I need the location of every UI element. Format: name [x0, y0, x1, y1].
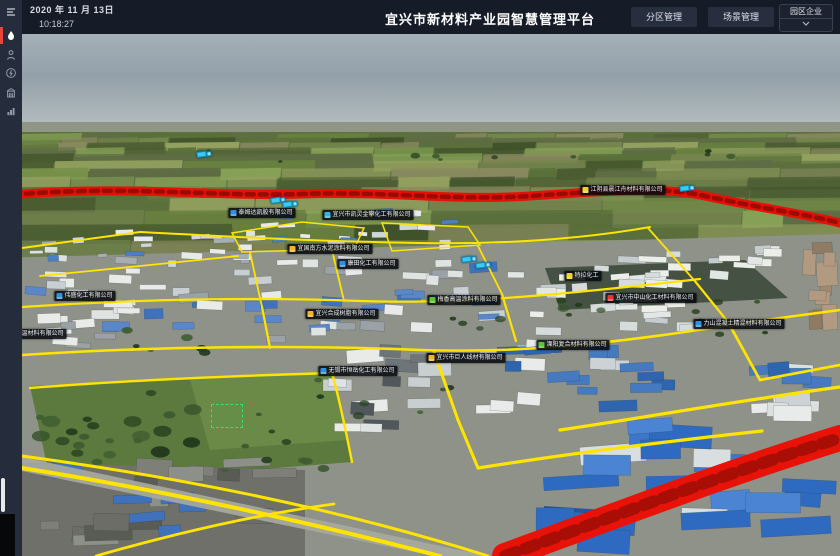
company-label[interactable]: 泰姆达凯胶有限公司 — [228, 208, 295, 218]
company-label-text: 康田化工有限公司 — [347, 261, 395, 267]
fire-icon — [5, 30, 17, 42]
company-icon — [307, 311, 313, 317]
app-window: 泰姆达凯胶有限公司 宜兴市凯灵金攀化工有限公司宜国南方水泥涂料有限公司 江阴县晨江舟… — [0, 0, 840, 556]
company-icon — [607, 295, 613, 301]
company-label-text: 泰姆达凯胶有限公司 — [238, 210, 292, 216]
chevron-down-icon — [802, 21, 810, 26]
company-label-text: 宜兴市凯灵金攀化工有限公司 — [332, 212, 410, 218]
sidebar-item-fire[interactable] — [0, 27, 22, 45]
truck-icon[interactable] — [282, 200, 298, 208]
header-button-0[interactable]: 分区管理 — [631, 7, 697, 27]
header-bar: 2020 年 11 月 13日 10:18:27 宜兴市新材料产业园智慧管理平台… — [22, 0, 840, 34]
company-icon — [538, 342, 544, 348]
sidebar-item-energy[interactable] — [0, 64, 22, 82]
selection-box — [211, 404, 243, 428]
sidebar-footer — [0, 514, 15, 556]
energy-icon — [5, 67, 17, 79]
company-label[interactable]: 江阴县晨江舟材料有限公司 — [580, 185, 665, 195]
company-label[interactable]: 宜兴市巨人线材有限公司 — [426, 353, 505, 363]
company-label-text: 特拉化工 — [574, 273, 598, 279]
sidebar-scrollbar[interactable] — [1, 478, 5, 512]
sidebar-item-person[interactable] — [0, 46, 22, 64]
company-icon — [324, 212, 330, 218]
company-icon — [56, 293, 62, 299]
sidebar — [0, 0, 22, 556]
company-label-text: 宜兴合成树脂有限公司 — [315, 311, 375, 317]
company-icon — [320, 368, 326, 374]
map-overlays: 泰姆达凯胶有限公司 宜兴市凯灵金攀化工有限公司宜国南方水泥涂料有限公司 江阴县晨江舟… — [0, 0, 840, 556]
company-icon — [566, 273, 572, 279]
current-date: 2020 年 11 月 13日 — [30, 3, 114, 16]
company-label[interactable]: 宜国南方水泥涂料有限公司 — [287, 244, 372, 254]
company-icon — [289, 246, 295, 252]
enterprise-dropdown-label: 园区企业 — [780, 5, 832, 19]
company-label[interactable]: 溧阳复合材料有限公司 — [536, 340, 609, 350]
company-label-text: 江阴县晨江舟材料有限公司 — [590, 187, 662, 193]
menu-icon — [5, 6, 17, 18]
company-label-text: 宜国南方水泥涂料有限公司 — [297, 246, 369, 252]
datetime-block: 2020 年 11 月 13日 10:18:27 — [30, 3, 114, 29]
enterprise-dropdown[interactable]: 园区企业 — [779, 4, 833, 32]
company-label[interactable]: 力山混凝土精混材料有限公司 — [693, 319, 784, 329]
truck-cab — [471, 256, 477, 262]
truck-cab — [292, 201, 298, 207]
truck-cab — [485, 262, 491, 268]
company-icon — [428, 355, 434, 361]
person-icon — [5, 49, 17, 61]
company-icon — [339, 261, 345, 267]
truck-cab — [206, 151, 212, 157]
company-label-text: 伟盛化工有限公司 — [64, 293, 112, 299]
company-label-text: 力山混凝土精混材料有限公司 — [703, 321, 781, 327]
company-label-text: 梅香高温涂料有限公司 — [437, 297, 497, 303]
truck-icon[interactable] — [475, 261, 491, 269]
company-label-text: 无锡市恒岳化工有限公司 — [328, 368, 394, 374]
company-label-text: 宜兴市巨人线材有限公司 — [436, 355, 502, 361]
company-label[interactable]: 康田化工有限公司 — [337, 259, 398, 269]
company-label[interactable]: 梅香高温涂料有限公司 — [427, 295, 500, 305]
company-label[interactable]: 宜兴市凯灵金攀化工有限公司 — [322, 210, 413, 220]
building-icon — [5, 87, 17, 99]
sidebar-menu-toggle[interactable] — [0, 3, 22, 21]
bar-chart-icon — [5, 105, 17, 117]
current-time: 10:18:27 — [30, 19, 114, 29]
truck-cab — [689, 185, 695, 191]
truck-icon[interactable] — [679, 184, 695, 192]
company-label[interactable]: 无锡市恒岳化工有限公司 — [318, 366, 397, 376]
company-label-text: 宜兴市中山化工材料有限公司 — [615, 295, 693, 301]
company-icon — [429, 297, 435, 303]
page-title: 宜兴市新材料产业园智慧管理平台 — [385, 9, 595, 28]
truck-icon[interactable] — [461, 255, 477, 263]
sidebar-item-building[interactable] — [0, 84, 22, 102]
map-3d-view[interactable]: 泰姆达凯胶有限公司 宜兴市凯灵金攀化工有限公司宜国南方水泥涂料有限公司 江阴县晨江舟… — [0, 0, 840, 556]
company-icon — [695, 321, 701, 327]
company-icon — [230, 210, 236, 216]
company-icon — [582, 187, 588, 193]
sidebar-item-stats[interactable] — [0, 102, 22, 120]
company-label[interactable]: 特拉化工 — [564, 271, 601, 281]
company-label[interactable]: 宜兴市中山化工材料有限公司 — [605, 293, 696, 303]
company-label-text: 溧阳复合材料有限公司 — [546, 342, 606, 348]
truck-icon[interactable] — [196, 150, 212, 158]
header-button-1[interactable]: 场景管理 — [708, 7, 774, 27]
company-label[interactable]: 宜兴合成树脂有限公司 — [305, 309, 378, 319]
company-label[interactable]: 伟盛化工有限公司 — [54, 291, 115, 301]
header-buttons: 分区管理场景管理 — [631, 7, 774, 27]
